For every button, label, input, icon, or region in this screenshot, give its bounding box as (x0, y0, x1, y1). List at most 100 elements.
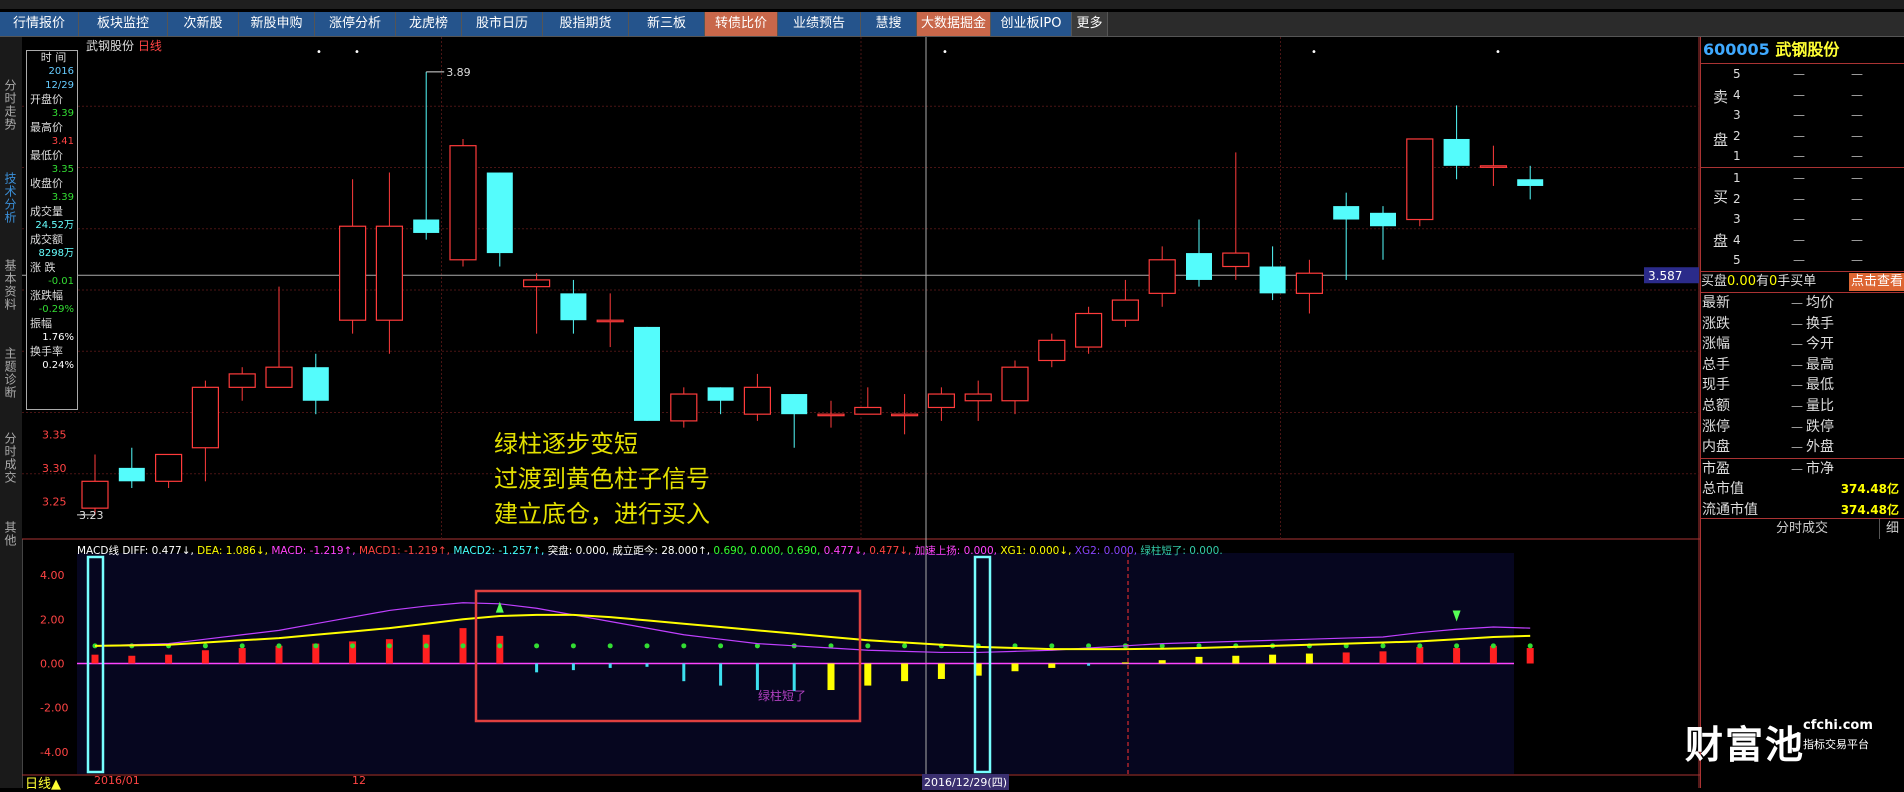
candle-body (1517, 179, 1544, 186)
detail-tab[interactable]: 细 (1879, 519, 1899, 539)
macd-bar (275, 645, 283, 664)
candle-body (1406, 138, 1434, 221)
signal-dot (239, 643, 245, 649)
event-marker: • (316, 47, 322, 58)
order-level: 5 (1733, 253, 1741, 267)
candle-body (964, 393, 992, 402)
view-orders-button[interactable]: 点击查看 (1848, 273, 1904, 291)
order-level: 3 (1733, 108, 1741, 122)
info-label: 成交额 (30, 233, 63, 246)
low-label: 3.23 (79, 509, 104, 522)
macd-bar (385, 639, 393, 664)
candle-body (817, 413, 845, 417)
candle-body (339, 225, 367, 321)
macd-bar (1489, 645, 1497, 664)
period-switch[interactable]: 日线▲ (25, 773, 61, 792)
date-value: 12/29 (45, 80, 74, 91)
macd-bar (1305, 653, 1313, 664)
candle-body (707, 387, 734, 401)
macd-legend-item: DEA: 1.086↓, (197, 545, 272, 557)
order-volume: — (1851, 232, 1863, 247)
macd-legend: MACD线 DIFF: 0.477↓, DEA: 1.086↓, MACD: -… (77, 543, 1223, 558)
macd-legend-item: DIFF: 0.477↓, (122, 545, 198, 557)
macd-tick: -2.00 (40, 702, 68, 715)
order-row: 3 — — (1701, 105, 1904, 126)
quote-row: 涨停 — 跌停 (1701, 417, 1904, 438)
info-label: 成交量 (30, 205, 63, 218)
macd-legend-item: MACD1: -1.219↑, (358, 545, 454, 557)
price-tick: 3.25 (42, 495, 67, 508)
quote-row: 内盘 — 外盘 (1701, 437, 1904, 458)
signal-dot (902, 643, 908, 649)
quote-label: 总手 (1702, 356, 1730, 373)
info-value: 3.41 (51, 136, 74, 147)
quote-label: 最新 (1702, 295, 1730, 311)
order-volume: — (1851, 149, 1863, 163)
candle-body (302, 367, 329, 401)
signal-dot (350, 643, 356, 649)
buybar-suffix: 手买单 (1777, 274, 1817, 289)
macd-legend-item: 0.477↓, (823, 545, 870, 557)
signal-dot (718, 643, 724, 649)
candle-body (228, 373, 256, 388)
macd-legend-item: 加速上扬: 0.000, (914, 545, 1001, 557)
order-price: — (1793, 191, 1805, 206)
annotation-line-3: 建立底仓，进行买入 (494, 500, 710, 528)
quote-row: 现手 — 最低 (1701, 375, 1904, 396)
mcap-label: 总市值 (1702, 481, 1744, 498)
quote-label-2: 跌停 (1806, 418, 1834, 435)
signal-dot (1049, 643, 1055, 649)
kline-chart[interactable]: 3.35 3.30 3.25 3.587 4.00 2.00 0.00 -2.00 -4.00… (0, 0, 1700, 788)
candle-body (596, 319, 624, 323)
macd-legend-item: XG2: 0.000, (1074, 545, 1141, 557)
signal-dot (497, 643, 503, 649)
macd-legend-item: 成立距今: 28.000↑, (612, 545, 714, 557)
quote-dash: — (1791, 419, 1803, 434)
candle-body (449, 145, 477, 261)
quote-label-2: 最低 (1806, 377, 1834, 394)
quote-label: 涨停 (1702, 418, 1730, 435)
macd-bar (1269, 654, 1277, 664)
candle-body (1479, 165, 1508, 168)
candle-body (1038, 339, 1066, 362)
price-panel-bg (22, 37, 1700, 539)
info-value: 3.35 (51, 164, 74, 175)
quote-row: 涨幅 — 今开 (1701, 334, 1904, 355)
quote-rows: 最新 — 均价 涨跌 — 换手 涨幅 — 今开 总手 — 最高 现手 — 最低 总额 — 量比 涨停 — 跌停 内盘 — 外盘 (1701, 292, 1904, 458)
tick-trade-tab[interactable]: 分时成交 (1776, 519, 1828, 539)
candle-body (781, 394, 808, 415)
macd-bar (1121, 662, 1129, 664)
date-axis: 日线▲ 2016/01 12 2016/12/29(四) (22, 774, 1700, 792)
signal-dot (423, 643, 429, 649)
price-tick: 3.35 (42, 428, 67, 441)
order-row: 4 — — (1701, 85, 1904, 106)
quote-label-2: 换手 (1806, 315, 1834, 332)
macd-legend-item: MACD2: -1.257↑, (453, 545, 548, 557)
green-short-label: 绿柱短了 (758, 688, 806, 703)
macd-bar (1342, 652, 1350, 664)
macd-bar (937, 663, 945, 679)
info-value: 3.39 (51, 108, 74, 119)
quote-row: 最新 — 均价 (1701, 293, 1904, 314)
candle-body (375, 225, 403, 321)
quote-label: 涨跌 (1702, 315, 1730, 332)
order-volume: — (1851, 87, 1863, 102)
pe-label: 市盈 (1702, 460, 1730, 477)
signal-dot (386, 643, 392, 649)
macd-tick: 0.00 (40, 658, 65, 671)
pe-dash: — (1791, 461, 1803, 476)
order-level: 4 (1733, 87, 1741, 102)
quote-dash: — (1791, 337, 1803, 352)
order-volume: — (1851, 67, 1863, 81)
macd-bar (1379, 651, 1387, 664)
candle-body (81, 480, 109, 509)
cfchi-watermark: 财富池 cfchi.com 指标交易平台 (1685, 714, 1873, 769)
quote-title: 600005 武钢股份 (1701, 37, 1904, 63)
quote-label-2: 今开 (1806, 336, 1834, 353)
macd-legend-item: 绿柱短了: 0.000. (1140, 545, 1223, 557)
info-value: -0.29% (38, 304, 74, 315)
macd-tick: -4.00 (40, 746, 68, 759)
crosshair-price: 3.587 (1648, 269, 1682, 283)
info-label: 最高价 (30, 121, 63, 134)
order-volume: — (1851, 171, 1863, 185)
